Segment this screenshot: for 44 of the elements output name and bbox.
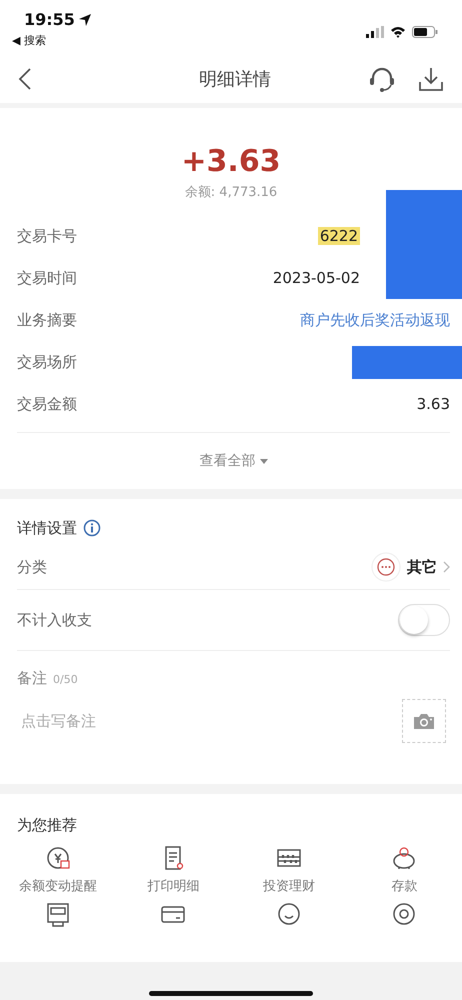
section-title: 为您推荐 <box>16 815 78 836</box>
detail-value: 2023-05-02 <box>272 269 360 287</box>
location-arrow-icon <box>78 12 92 26</box>
back-to-app-link[interactable]: ◀ 搜索 <box>12 33 92 48</box>
coin-icon[interactable] <box>391 901 418 927</box>
shortcut-button[interactable]: 存款 <box>346 845 462 895</box>
detail-value: 3.63 <box>416 395 450 413</box>
amount-text: +3.63 <box>181 144 281 179</box>
detail-value: 6222 <box>318 227 360 245</box>
page-title: 明细详情 <box>198 68 272 91</box>
view-all-button[interactable]: 查看全部 <box>200 452 268 470</box>
toggle-switch[interactable] <box>398 604 450 636</box>
headset-icon[interactable] <box>368 65 396 93</box>
detail-label: 交易金额 <box>17 394 77 414</box>
atm-icon[interactable] <box>44 901 71 927</box>
camera-icon <box>413 712 435 730</box>
balance-text: 余额: 4,773.16 <box>184 184 278 201</box>
setting-label: 不计入收支 <box>17 610 92 630</box>
wifi-icon <box>390 26 406 38</box>
back-icon[interactable] <box>18 67 32 91</box>
detail-label: 业务摘要 <box>17 310 77 330</box>
piggy-bank-icon <box>391 845 418 871</box>
detail-label: 交易卡号 <box>17 226 77 246</box>
battery-icon <box>412 26 438 38</box>
setting-label: 分类 <box>17 558 47 576</box>
character-count: 0/50 <box>53 673 78 686</box>
add-photo-button[interactable] <box>402 699 446 743</box>
download-icon[interactable] <box>418 66 444 92</box>
note-label: 备注 <box>17 669 47 688</box>
chevron-right-icon <box>443 561 450 573</box>
detail-label: 交易场所 <box>17 352 77 372</box>
info-icon[interactable] <box>83 519 101 537</box>
category-value[interactable]: 其它 <box>407 558 437 576</box>
more-dots-icon <box>371 552 401 582</box>
shortcut-button[interactable]: 打印明细 <box>116 845 231 895</box>
detail-label: 交易时间 <box>17 268 77 288</box>
caret-icon <box>260 458 268 464</box>
shortcut-button[interactable]: 投资理财 <box>231 845 346 895</box>
smiley-icon[interactable] <box>276 901 302 927</box>
clock-time: 19:55 <box>24 10 75 29</box>
summary-link[interactable]: 商户先收后奖活动返现 <box>300 310 450 330</box>
shortcut-button[interactable]: 余额变动提醒 <box>0 845 116 895</box>
section-title: 详情设置 <box>17 518 77 538</box>
signal-icon <box>366 26 384 38</box>
